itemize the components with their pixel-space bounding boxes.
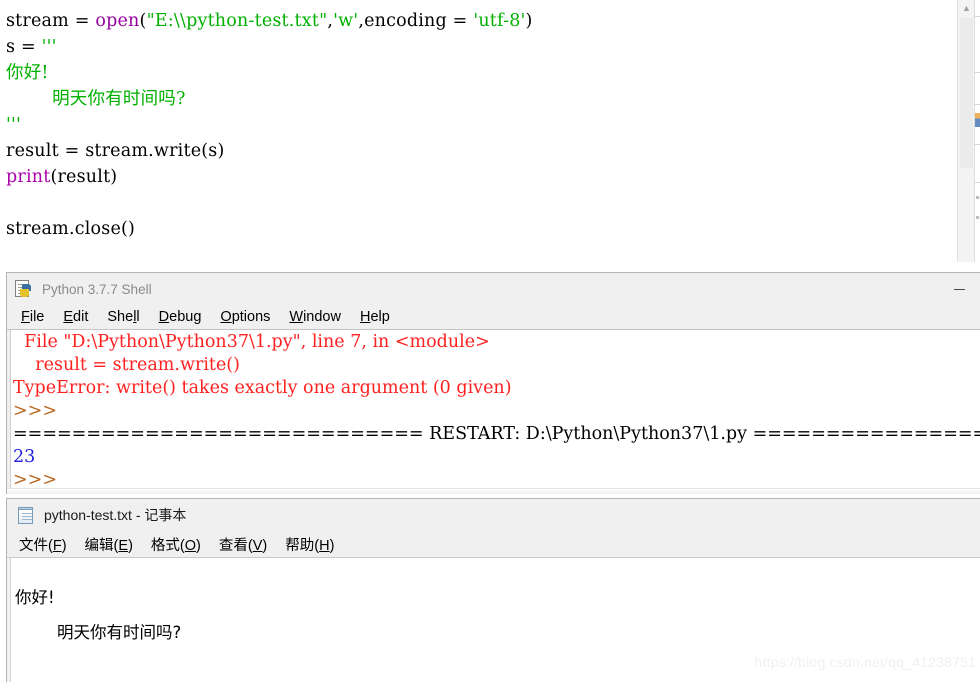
shell-menu-options[interactable]: Options [220, 309, 270, 325]
notepad-line-2: 明天你有时间吗? [15, 623, 182, 642]
shell-line-6: 23 [13, 446, 980, 469]
python-file-icon [15, 279, 34, 299]
editor-line-1: stream = open("E:\\python-test.txt",'w',… [6, 8, 936, 34]
menu-mnemonic: E [118, 537, 129, 554]
menu-mnemonic: O [220, 309, 232, 325]
partial-offscreen-icon [975, 113, 980, 127]
menu-mnemonic: F [21, 309, 30, 325]
editor-line-2: s = ''' [6, 34, 936, 60]
editor-right-cutoff-strip [974, 0, 980, 262]
scroll-up-arrow-icon[interactable]: ▲ [958, 0, 975, 17]
code-token: stream.close() [6, 219, 136, 239]
shell-menu-window[interactable]: Window [289, 309, 341, 325]
menu-mnemonic: E [63, 309, 74, 325]
code-token: stream = [6, 11, 96, 31]
idle-editor-pane[interactable]: stream = open("E:\\python-test.txt",'w',… [0, 0, 980, 262]
notepad-menu-v[interactable]: 查看(V) [219, 534, 267, 555]
shell-bottom-edge [7, 488, 980, 494]
code-token: s = [6, 37, 42, 57]
menu-mnemonic: D [158, 309, 170, 325]
editor-line-9: stream.close() [6, 216, 936, 242]
code-token: open [95, 11, 140, 31]
editor-line-5: ''' [6, 112, 936, 138]
shell-token: 23 [13, 447, 36, 467]
notepad-titlebar[interactable]: python-test.txt - 记事本 [7, 499, 980, 531]
code-token: ( [139, 11, 147, 31]
code-token: "E:\\python-test.txt" [146, 11, 328, 31]
code-token: ,encoding = [358, 11, 474, 31]
shell-menubar[interactable]: File Edit Shell Debug Options Window Help [7, 305, 980, 329]
notepad-line-1: 你好! [15, 588, 55, 607]
shell-menu-shell[interactable]: Shell [107, 309, 139, 325]
editor-line-4: 明天你有时间吗? [6, 86, 936, 112]
shell-line-4: >>> [13, 400, 980, 423]
shell-token: >>> [13, 470, 57, 490]
code-token: ) [525, 11, 533, 31]
shell-line-2: result = stream.write() [13, 354, 980, 377]
shell-token: File "D:\Python\Python37\1.py", line 7, … [13, 332, 490, 352]
code-token: 'utf-8' [473, 11, 526, 31]
shell-window-title: Python 3.7.7 Shell [42, 281, 152, 297]
shell-menu-file[interactable]: File [21, 309, 44, 325]
shell-token: TypeError: write() takes exactly one arg… [13, 378, 512, 398]
notepad-window-title: python-test.txt - 记事本 [44, 507, 187, 523]
code-token: 'w' [333, 11, 359, 31]
shell-menu-debug[interactable]: Debug [159, 309, 202, 325]
notepad-left-gutter [7, 558, 11, 682]
shell-output-text[interactable]: File "D:\Python\Python37\1.py", line 7, … [13, 331, 980, 492]
shell-token: result = stream.write() [13, 355, 240, 375]
menu-mnemonic: H [359, 309, 371, 325]
shell-titlebar[interactable]: Python 3.7.7 Shell [7, 273, 980, 305]
code-token: print [6, 167, 51, 187]
code-token: ''' [6, 115, 22, 135]
notepad-content-text[interactable]: 你好! 明天你有时间吗? [15, 580, 915, 650]
shell-line-1: File "D:\Python\Python37\1.py", line 7, … [13, 331, 980, 354]
notepad-menubar[interactable]: 文件(F) 编辑(E) 格式(O) 查看(V) 帮助(H) [7, 531, 980, 557]
notepad-menu-o[interactable]: 格式(O) [151, 534, 201, 555]
editor-line-8 [6, 190, 936, 216]
notepad-menu-e[interactable]: 编辑(E) [85, 534, 133, 555]
menu-mnemonic: O [184, 537, 197, 554]
shell-menu-help[interactable]: Help [360, 309, 390, 325]
shell-menu-edit[interactable]: Edit [63, 309, 88, 325]
shell-line-5: ============================ RESTART: D:… [13, 423, 980, 446]
code-token: (result) [50, 167, 118, 187]
code-token: 明天你有时间吗? [6, 89, 186, 109]
editor-line-3: 你好! [6, 60, 936, 86]
shell-left-gutter [7, 330, 11, 494]
shell-line-3: TypeError: write() takes exactly one arg… [13, 377, 980, 400]
notepad-menu-f[interactable]: 文件(F) [19, 534, 67, 555]
menu-mnemonic: V [252, 537, 263, 554]
editor-vertical-scrollbar[interactable]: ▲ [957, 0, 974, 262]
menu-mnemonic: W [289, 309, 304, 325]
editor-code-text[interactable]: stream = open("E:\\python-test.txt",'w',… [6, 8, 936, 242]
notepad-icon [17, 506, 35, 525]
notepad-menu-h[interactable]: 帮助(H) [285, 534, 334, 555]
screenshot-root: stream = open("E:\\python-test.txt",'w',… [0, 0, 980, 682]
menu-mnemonic: F [52, 537, 62, 554]
code-token: result = stream.write(s) [6, 141, 225, 161]
editor-line-6: result = stream.write(s) [6, 138, 936, 164]
code-token: 你好! [6, 63, 49, 83]
scrollbar-thumb[interactable] [960, 18, 973, 168]
editor-line-7: print(result) [6, 164, 936, 190]
code-token: ''' [41, 37, 57, 57]
menu-mnemonic: l [133, 309, 137, 325]
shell-output-area[interactable]: File "D:\Python\Python37\1.py", line 7, … [7, 329, 980, 494]
menu-mnemonic: H [319, 537, 330, 554]
shell-token: >>> [13, 401, 57, 421]
python-shell-window[interactable]: Python 3.7.7 Shell File Edit Shell Debug Opt… [6, 272, 980, 494]
csdn-watermark: https://blog.csdn.net/qq_41238751 [754, 654, 976, 670]
minimize-button[interactable] [946, 281, 972, 299]
shell-token: ============================ RESTART: D:… [13, 424, 980, 444]
